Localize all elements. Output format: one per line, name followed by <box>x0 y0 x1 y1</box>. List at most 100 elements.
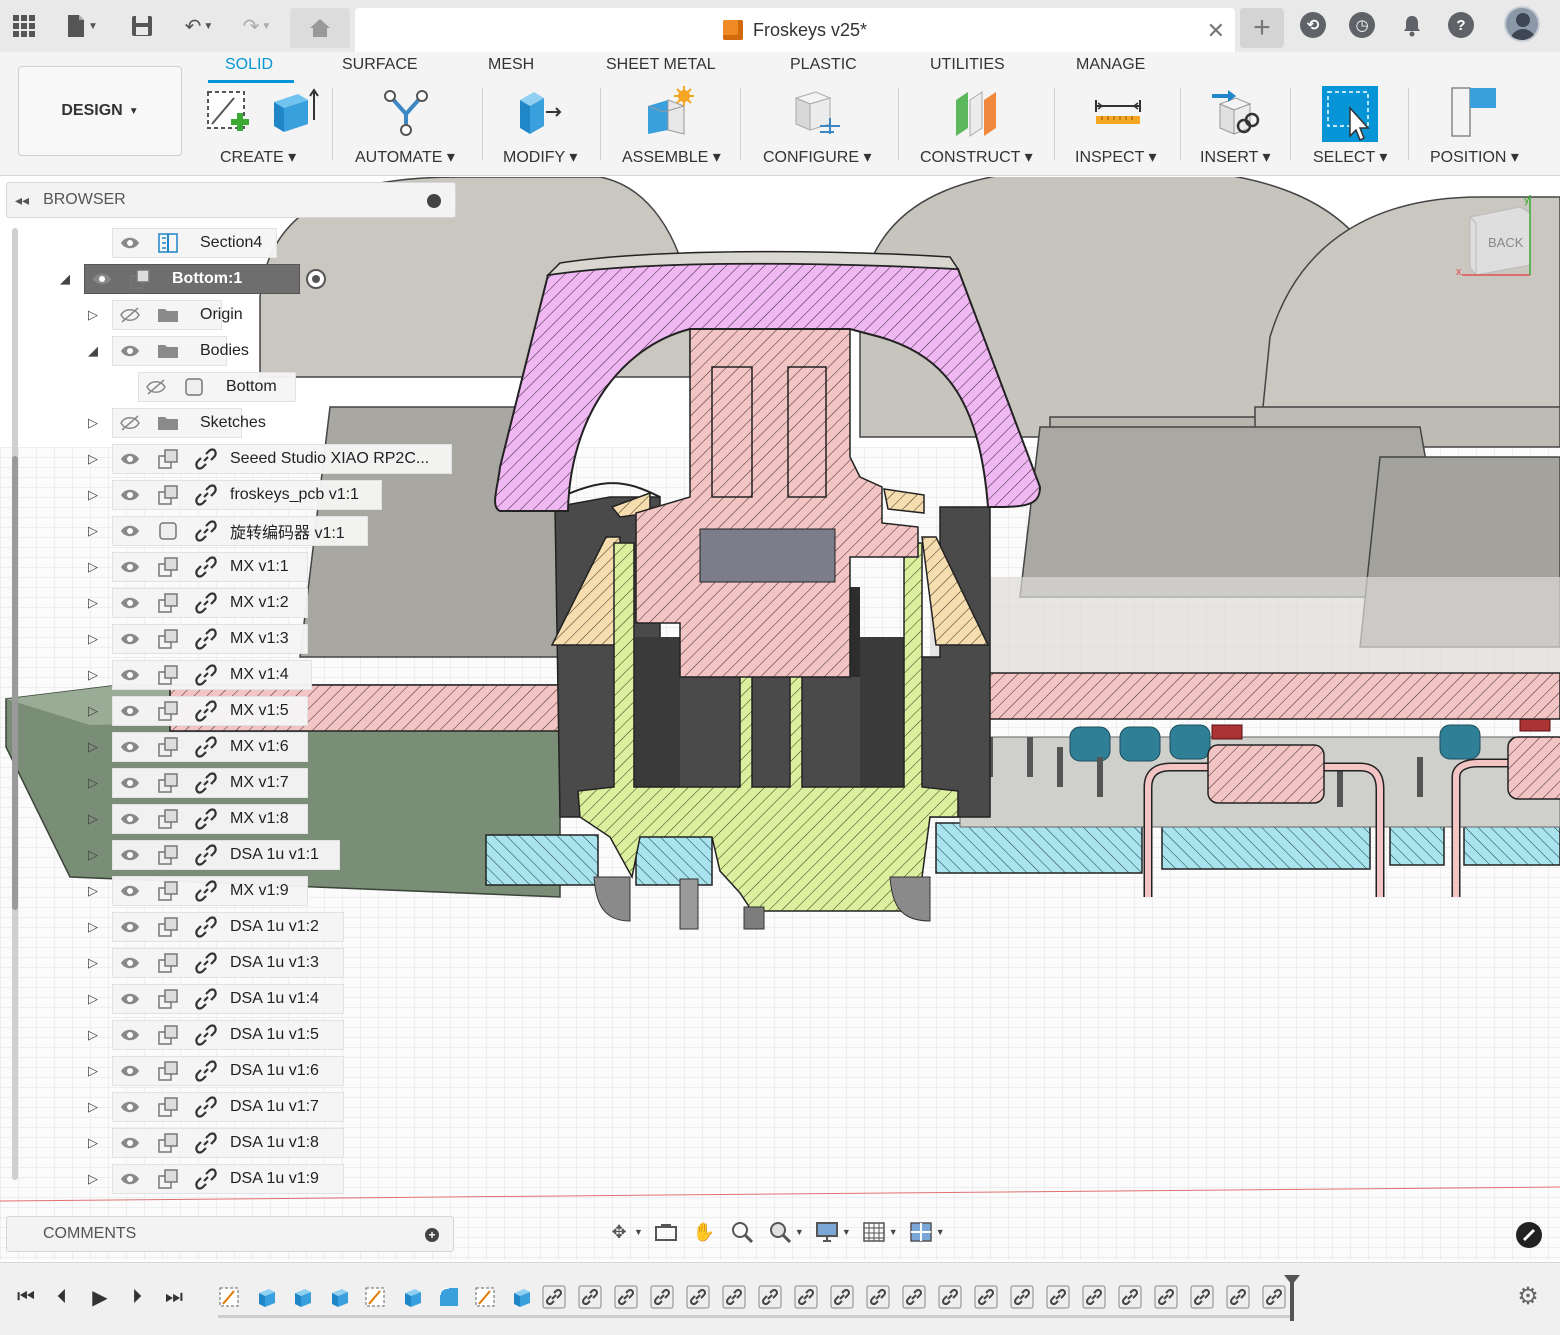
inspect-menu[interactable]: INSPECT ▾ <box>1075 147 1157 167</box>
go-to-start-icon[interactable]: ⏮ <box>14 1285 38 1309</box>
configure-menu[interactable]: CONFIGURE ▾ <box>763 147 871 167</box>
grid-settings-icon[interactable] <box>861 1219 887 1245</box>
browser-item[interactable]: ◢ Bottom:1 <box>0 264 470 294</box>
timeline-extrude-icon[interactable] <box>328 1285 352 1309</box>
notifications-bell-icon[interactable] <box>1396 10 1428 42</box>
collapse-panel-icon[interactable]: ◂◂ <box>15 192 29 209</box>
look-at-icon[interactable] <box>653 1219 679 1245</box>
browser-item[interactable]: ▷ MX v1:6 <box>0 732 470 762</box>
automate-menu[interactable]: AUTOMATE ▾ <box>355 147 455 167</box>
timeline-track[interactable] <box>218 1315 1292 1318</box>
timeline-joint-icon[interactable] <box>1010 1285 1034 1309</box>
timeline-extrude-icon[interactable] <box>291 1285 315 1309</box>
visibility-eye-icon[interactable] <box>116 696 144 726</box>
activate-component-radio[interactable] <box>306 269 326 289</box>
browser-item[interactable]: ▷ froskeys_pcb v1:1 <box>0 480 470 510</box>
chevron-down-icon[interactable]: ▼ <box>634 1227 643 1237</box>
collapsed-triangle-icon[interactable]: ▷ <box>86 487 100 502</box>
tab-surface[interactable]: SURFACE <box>342 56 418 74</box>
timeline-joint-icon[interactable] <box>1190 1285 1214 1309</box>
document-tab[interactable]: Froskeys v25* ✕ <box>355 8 1235 52</box>
visibility-eye-icon[interactable] <box>116 1092 144 1122</box>
visibility-eye-icon[interactable] <box>116 732 144 762</box>
browser-item[interactable]: ▷ MX v1:8 <box>0 804 470 834</box>
visibility-eye-icon[interactable] <box>116 552 144 582</box>
browser-item[interactable]: ▷ MX v1:7 <box>0 768 470 798</box>
press-pull-icon[interactable] <box>514 86 566 138</box>
timeline-sketch-icon[interactable] <box>364 1285 388 1309</box>
expanded-triangle-icon[interactable]: ◢ <box>58 271 72 286</box>
browser-panel-header[interactable]: ◂◂ BROWSER <box>6 182 456 218</box>
visibility-eye-icon[interactable] <box>116 588 144 618</box>
collapsed-triangle-icon[interactable]: ▷ <box>86 955 100 970</box>
browser-item[interactable]: ▷ DSA 1u v1:4 <box>0 984 470 1014</box>
offset-plane-icon[interactable] <box>952 86 1004 138</box>
timeline-joint-icon[interactable] <box>542 1285 566 1309</box>
tab-manage[interactable]: MANAGE <box>1076 56 1145 74</box>
hidden-eye-icon[interactable] <box>142 372 170 402</box>
collapsed-triangle-icon[interactable]: ▷ <box>86 739 100 754</box>
timeline-marker[interactable] <box>1284 1275 1300 1321</box>
timeline-sketch-icon[interactable] <box>218 1285 242 1309</box>
collapsed-triangle-icon[interactable]: ▷ <box>86 1063 100 1078</box>
step-back-icon[interactable]: ⏴ <box>50 1285 74 1309</box>
timeline-extrude-icon[interactable] <box>401 1285 425 1309</box>
timeline-joint-icon[interactable] <box>1226 1285 1250 1309</box>
timeline-joint-icon[interactable] <box>902 1285 926 1309</box>
visibility-eye-icon[interactable] <box>116 444 144 474</box>
collapsed-triangle-icon[interactable]: ▷ <box>86 595 100 610</box>
browser-item[interactable]: ▷ DSA 1u v1:3 <box>0 948 470 978</box>
collapsed-triangle-icon[interactable]: ▷ <box>86 523 100 538</box>
add-comment-icon[interactable]: + <box>425 1228 439 1242</box>
comments-panel[interactable]: COMMENTS + <box>6 1216 454 1252</box>
collapsed-triangle-icon[interactable]: ▷ <box>86 415 100 430</box>
visibility-eye-icon[interactable] <box>116 876 144 906</box>
file-menu-icon[interactable]: ▼ <box>60 10 104 42</box>
visibility-eye-icon[interactable] <box>88 264 116 294</box>
chevron-down-icon[interactable]: ▼ <box>936 1227 945 1237</box>
browser-item[interactable]: ▷ DSA 1u v1:9 <box>0 1164 470 1194</box>
visibility-eye-icon[interactable] <box>116 840 144 870</box>
tab-sheet-metal[interactable]: SHEET METAL <box>606 56 716 74</box>
browser-item[interactable]: ▷ DSA 1u v1:7 <box>0 1092 470 1122</box>
go-to-end-icon[interactable]: ⏭ <box>162 1285 186 1309</box>
visibility-eye-icon[interactable] <box>116 336 144 366</box>
select-button[interactable] <box>1322 86 1378 142</box>
browser-item[interactable]: Section4 <box>0 228 470 258</box>
construct-menu[interactable]: CONSTRUCT ▾ <box>920 147 1033 167</box>
visibility-eye-icon[interactable] <box>116 984 144 1014</box>
new-tab-button[interactable]: + <box>1240 8 1284 48</box>
visibility-eye-icon[interactable] <box>116 948 144 978</box>
automate-icon[interactable] <box>380 86 432 138</box>
browser-item[interactable]: ▷ MX v1:9 <box>0 876 470 906</box>
browser-item[interactable]: ▷ DSA 1u v1:6 <box>0 1056 470 1086</box>
app-grid-icon[interactable] <box>8 10 40 42</box>
history-clock-icon[interactable]: ◷ <box>1349 12 1375 38</box>
timeline-joint-icon[interactable] <box>1262 1285 1286 1309</box>
position-icon[interactable] <box>1448 86 1500 138</box>
redo-icon[interactable]: ↷ ▼ <box>234 10 280 42</box>
timeline-joint-icon[interactable] <box>938 1285 962 1309</box>
home-tab[interactable] <box>290 8 350 48</box>
collapsed-triangle-icon[interactable]: ▷ <box>86 1135 100 1150</box>
new-component-icon[interactable] <box>644 86 696 138</box>
tab-plastic[interactable]: PLASTIC <box>790 56 857 74</box>
browser-item[interactable]: ▷ MX v1:4 <box>0 660 470 690</box>
step-forward-icon[interactable]: ⏵ <box>125 1285 149 1309</box>
collapsed-triangle-icon[interactable]: ▷ <box>86 775 100 790</box>
measure-icon[interactable] <box>1092 86 1144 138</box>
create-sketch-icon[interactable] <box>204 86 256 138</box>
visibility-eye-icon[interactable] <box>116 1128 144 1158</box>
close-tab-icon[interactable]: ✕ <box>1207 18 1225 44</box>
configure-icon[interactable] <box>790 86 842 138</box>
browser-item[interactable]: ▷ Sketches <box>0 408 470 438</box>
timeline-joint-icon[interactable] <box>974 1285 998 1309</box>
play-icon[interactable]: ▶ <box>88 1285 112 1309</box>
visibility-eye-icon[interactable] <box>116 912 144 942</box>
extrude-icon[interactable] <box>268 86 320 138</box>
visibility-eye-icon[interactable] <box>116 1020 144 1050</box>
browser-item[interactable]: ▷ DSA 1u v1:8 <box>0 1128 470 1158</box>
collapsed-triangle-icon[interactable]: ▷ <box>86 883 100 898</box>
undo-icon[interactable]: ↶ ▼ <box>176 10 222 42</box>
user-avatar[interactable] <box>1504 6 1540 42</box>
